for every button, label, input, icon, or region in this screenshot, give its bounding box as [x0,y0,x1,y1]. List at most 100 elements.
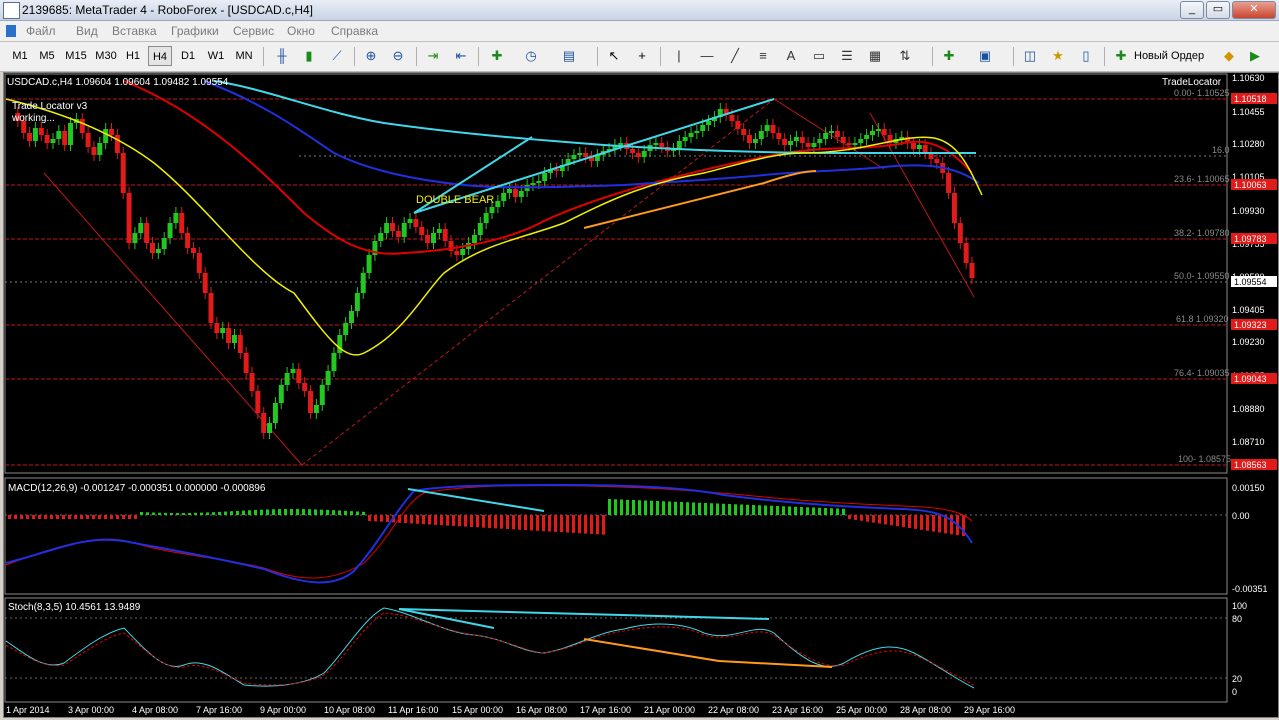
candle-body [214,323,220,333]
cursor-icon[interactable]: ↖ [605,47,623,65]
line-chart-icon[interactable]: ⟋ [328,47,346,65]
candle-body [583,153,589,157]
zoom-in-icon[interactable]: ⊕ [362,47,380,65]
candle-body [829,131,835,133]
navigator-icon[interactable]: ★ [1049,47,1067,65]
timeframe-h4[interactable]: H4 [148,46,172,66]
trendline-icon[interactable]: ╱ [726,47,744,65]
close-button[interactable]: ✕ [1232,1,1276,19]
menu-view[interactable]: Вид [76,24,98,38]
timeframe-m15[interactable]: M15 [63,46,89,66]
timeframe-mn[interactable]: MN [232,46,256,66]
timeframe-m1[interactable]: M1 [9,46,31,66]
candle-body [302,383,308,391]
metaeditor-icon[interactable]: ◆ [1220,47,1238,65]
candle-body [68,123,74,145]
candle-body [442,229,448,241]
macd-bar [224,511,227,515]
new-chart-icon[interactable]: ✚ [940,47,958,65]
price-tag-text: 1.10518 [1234,94,1267,104]
maximize-button[interactable]: ▭ [1206,1,1230,19]
autotrading-icon[interactable]: ▶ [1246,47,1264,65]
macd-bar [314,509,317,515]
candle-body [103,129,109,143]
timeframe-h1[interactable]: H1 [122,46,144,66]
macd-tick: 0.00 [1232,511,1250,521]
menu-file[interactable]: Файл [26,24,56,38]
macd-bar [920,515,923,530]
macd-bar [530,515,533,531]
menu-tools[interactable]: Сервис [233,24,274,38]
macd-bar [14,515,17,519]
candle-body [32,128,38,141]
candle-body [278,385,284,403]
macd-bar [218,511,221,515]
timeframe-d1[interactable]: D1 [177,46,199,66]
candle-body [823,133,829,139]
auto-scroll-icon[interactable]: ⇥ [424,47,442,65]
periods-clock-icon[interactable]: ◷ [522,47,540,65]
menu-insert[interactable]: Вставка [112,24,157,38]
stoch-divergence-cyan [398,608,770,620]
horizontal-line-icon[interactable]: — [698,47,716,65]
indicators-icon[interactable]: ✚ [488,47,506,65]
macd-bar [938,515,941,533]
macd-bar [932,515,935,532]
minimize-button[interactable]: _ [1180,1,1204,19]
text-tool-icon[interactable]: A [782,47,800,65]
chart-doc-icon[interactable] [6,25,16,37]
crosshair-icon[interactable]: + [633,47,651,65]
bar-chart-icon[interactable]: ╫ [273,47,291,65]
macd-bar [674,501,677,515]
time-tick: 23 Apr 16:00 [772,705,823,715]
macd-bar [704,503,707,515]
fibo-fan-icon[interactable]: ▦ [866,47,884,65]
toolbar-separator [1013,47,1014,66]
menu-bar: Файл Вид Вставка Графики Сервис Окно Спр… [0,21,1279,42]
macd-bar [800,507,803,515]
menu-help[interactable]: Справка [331,24,378,38]
candle-body [208,293,214,323]
chart-window[interactable]: USDCAD.c,H4 1.09604 1.09604 1.09482 1.09… [3,72,1279,718]
fibonacci-icon[interactable]: ☰ [838,47,856,65]
profiles-icon[interactable]: ▣ [976,47,994,65]
templates-icon[interactable]: ▤ [560,47,578,65]
macd-bar [872,515,875,523]
zoom-out-icon[interactable]: ⊖ [389,47,407,65]
candle-body [249,373,255,391]
macd-bar [662,501,665,515]
time-axis: 1 Apr 2014 3 Apr 00:00 4 Apr 08:00 7 Apr… [6,705,1015,715]
channel-icon[interactable]: ≡ [754,47,772,65]
market-watch-icon[interactable]: ◫ [1021,47,1039,65]
label-tool-icon[interactable]: ▭ [810,47,828,65]
new-order-button[interactable]: Новый Ордер [1134,46,1214,66]
menu-window[interactable]: Окно [287,24,315,38]
candle-body [44,135,50,143]
timeframe-m30[interactable]: M30 [93,46,119,66]
macd-bar [692,502,695,515]
arrows-icon[interactable]: ⇅ [896,47,914,65]
new-order-icon[interactable]: ✚ [1112,47,1130,65]
price-axis: 1.10630 1.10455 1.10280 1.10105 1.09930 … [1231,73,1277,470]
candle-body [138,223,144,233]
macd-bar [32,515,35,519]
macd-bar [926,515,929,531]
chart-shift-icon[interactable]: ⇤ [452,47,470,65]
candle-body [805,143,811,147]
macd-bar [374,515,377,522]
macd-bar [326,509,329,515]
macd-bar [740,504,743,515]
macd-bar [878,515,881,524]
time-tick: 7 Apr 16:00 [196,705,242,715]
macd-bar [356,511,359,515]
macd-bar [578,515,581,534]
candle-body [460,249,466,255]
menu-charts[interactable]: Графики [171,24,219,38]
pattern-label: DOUBLE BEAR [416,194,494,206]
timeframe-w1[interactable]: W1 [205,46,227,66]
terminal-icon[interactable]: ▯ [1077,47,1095,65]
chart-canvas[interactable]: USDCAD.c,H4 1.09604 1.09604 1.09482 1.09… [4,73,1278,717]
timeframe-m5[interactable]: M5 [36,46,58,66]
candlestick-icon[interactable]: ▮ [300,47,318,65]
vertical-line-icon[interactable]: | [670,47,688,65]
